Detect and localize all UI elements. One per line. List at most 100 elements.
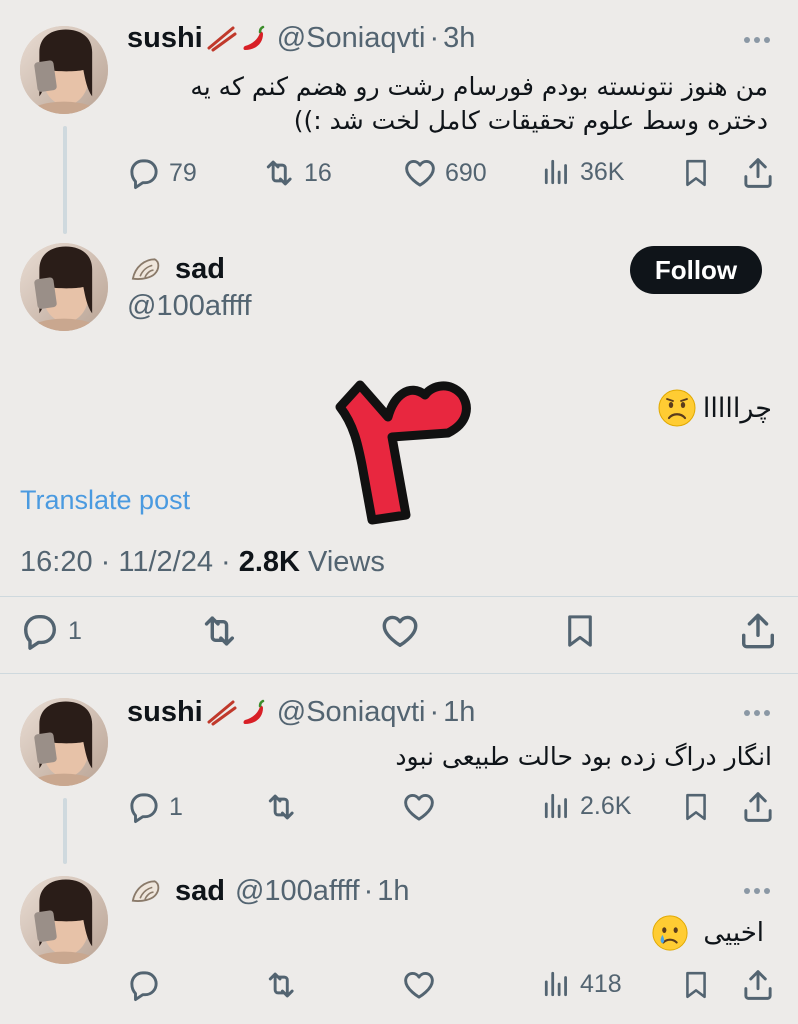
view-count: 36K bbox=[580, 157, 625, 186]
share-button[interactable] bbox=[741, 156, 775, 190]
views-count: 2.8K bbox=[238, 546, 300, 578]
reply-count: 1 bbox=[169, 792, 183, 821]
crying-face-emoji bbox=[652, 915, 688, 951]
more-icon[interactable] bbox=[744, 37, 770, 43]
share-icon bbox=[742, 613, 774, 649]
main-text-row: چرااااا bbox=[657, 388, 772, 428]
repost-icon bbox=[266, 160, 292, 186]
share-button[interactable] bbox=[741, 968, 775, 1002]
divider bbox=[0, 673, 798, 674]
reply-icon bbox=[24, 615, 56, 650]
avatar-sushi[interactable] bbox=[20, 26, 108, 114]
avatar-sushi[interactable] bbox=[20, 698, 108, 786]
reply1-actions: 1 2.6K bbox=[0, 790, 798, 830]
reply2-header: sad @100affff · 1h bbox=[127, 874, 410, 908]
share-button[interactable] bbox=[741, 790, 775, 824]
chili-emoji bbox=[242, 699, 264, 725]
like-button[interactable] bbox=[380, 611, 420, 651]
views-button[interactable]: 418 bbox=[542, 968, 622, 1000]
repost-button[interactable] bbox=[196, 611, 240, 651]
share-icon bbox=[744, 970, 772, 1000]
reply-button[interactable]: 1 bbox=[127, 790, 183, 824]
reply-count: 1 bbox=[68, 616, 82, 645]
views-icon bbox=[544, 971, 567, 997]
separator-dot: · bbox=[429, 22, 440, 54]
reply-count: 79 bbox=[169, 158, 197, 187]
tweet1-header: sushi @Soniaqvti · 3h bbox=[127, 22, 475, 55]
repost-button[interactable]: 16 bbox=[260, 156, 332, 190]
like-icon bbox=[405, 160, 435, 187]
post-time[interactable]: 3h bbox=[443, 22, 475, 55]
bookmark-icon bbox=[686, 971, 706, 999]
like-button[interactable] bbox=[402, 968, 436, 1002]
bookmark-button[interactable] bbox=[681, 156, 711, 190]
chopsticks-emoji bbox=[207, 26, 237, 51]
separator-dot: · bbox=[429, 696, 440, 728]
reply-icon bbox=[130, 971, 158, 1002]
share-icon bbox=[744, 158, 772, 188]
like-icon bbox=[382, 615, 418, 647]
handle[interactable]: @Soniaqvti bbox=[277, 22, 426, 55]
main-post-text: چرااااا bbox=[702, 392, 772, 424]
display-name[interactable]: sad bbox=[175, 253, 225, 286]
like-count: 690 bbox=[445, 158, 487, 187]
reply2-text: اخییی bbox=[703, 918, 764, 948]
repost-icon bbox=[268, 972, 294, 998]
like-button[interactable] bbox=[402, 790, 436, 824]
display-name[interactable]: sad bbox=[175, 875, 225, 908]
follow-button[interactable]: Follow bbox=[630, 246, 762, 294]
like-icon bbox=[404, 794, 434, 821]
overlay-numeral-sticker: ۳ bbox=[320, 355, 490, 535]
repost-button[interactable] bbox=[262, 968, 298, 1002]
share-icon bbox=[744, 792, 772, 822]
reply1-header: sushi @Soniaqvti · 1h bbox=[127, 696, 475, 729]
views-label: Views bbox=[299, 546, 385, 578]
chili-emoji bbox=[242, 25, 264, 51]
display-name[interactable]: sushi bbox=[127, 696, 203, 729]
handle[interactable]: @100affff bbox=[127, 290, 252, 323]
post-time[interactable]: 1h bbox=[377, 875, 409, 908]
more-icon[interactable] bbox=[744, 888, 770, 894]
reply-button[interactable]: 1 bbox=[20, 611, 82, 651]
view-count: 418 bbox=[580, 969, 622, 998]
display-name[interactable]: sushi bbox=[127, 22, 203, 55]
post-time[interactable]: 1h bbox=[443, 696, 475, 729]
bookmark-button[interactable] bbox=[681, 790, 711, 824]
bookmark-icon bbox=[686, 793, 706, 821]
bookmark-button[interactable] bbox=[562, 611, 598, 651]
reply-button[interactable]: 79 bbox=[127, 156, 197, 190]
main-name-row: sad bbox=[127, 252, 225, 286]
post-timestamp[interactable]: 16:20 · 11/2/24 · bbox=[20, 546, 239, 578]
like-button[interactable]: 690 bbox=[403, 156, 487, 190]
worried-face-emoji bbox=[658, 389, 696, 427]
share-button[interactable] bbox=[738, 611, 778, 651]
handle[interactable]: @Soniaqvti bbox=[277, 696, 426, 729]
reply-button[interactable] bbox=[127, 968, 161, 1002]
avatar-sad[interactable] bbox=[20, 243, 108, 331]
views-icon bbox=[544, 793, 567, 819]
repost-button[interactable] bbox=[262, 790, 298, 824]
repost-icon bbox=[268, 794, 294, 820]
reply2-actions: 418 bbox=[0, 968, 798, 1008]
tweet1-text-line2: دختره وسط علوم تحقیقات کامل لخت شد :)) bbox=[293, 106, 768, 135]
bookmark-button[interactable] bbox=[681, 968, 711, 1002]
post-metadata: 16:20 · 11/2/24 · 2.8K Views bbox=[20, 546, 385, 579]
views-button[interactable]: 36K bbox=[542, 156, 624, 188]
translate-post-link[interactable]: Translate post bbox=[20, 485, 190, 516]
tweet1-text-line1: من هنوز نتونسته بودم فورسام رشت رو هضم ک… bbox=[190, 72, 768, 101]
separator-dot: · bbox=[363, 874, 374, 907]
bookmark-icon bbox=[568, 615, 592, 647]
main-handle-row: @100affff bbox=[127, 290, 252, 323]
tweet1-actions: 79 16 690 36K bbox=[0, 156, 798, 196]
more-icon[interactable] bbox=[744, 710, 770, 716]
repost-count: 16 bbox=[304, 158, 332, 187]
chopsticks-emoji bbox=[207, 700, 237, 725]
overlay-numeral: ۳ bbox=[320, 355, 321, 356]
avatar-sad[interactable] bbox=[20, 876, 108, 964]
handle[interactable]: @100affff bbox=[235, 875, 360, 908]
views-button[interactable]: 2.6K bbox=[542, 790, 631, 822]
shell-emoji bbox=[131, 258, 160, 280]
reply1-text: انگار دراگ زده بود حالت طبیعی نبود bbox=[395, 742, 772, 771]
bookmark-icon bbox=[686, 159, 706, 187]
view-count: 2.6K bbox=[580, 791, 632, 820]
